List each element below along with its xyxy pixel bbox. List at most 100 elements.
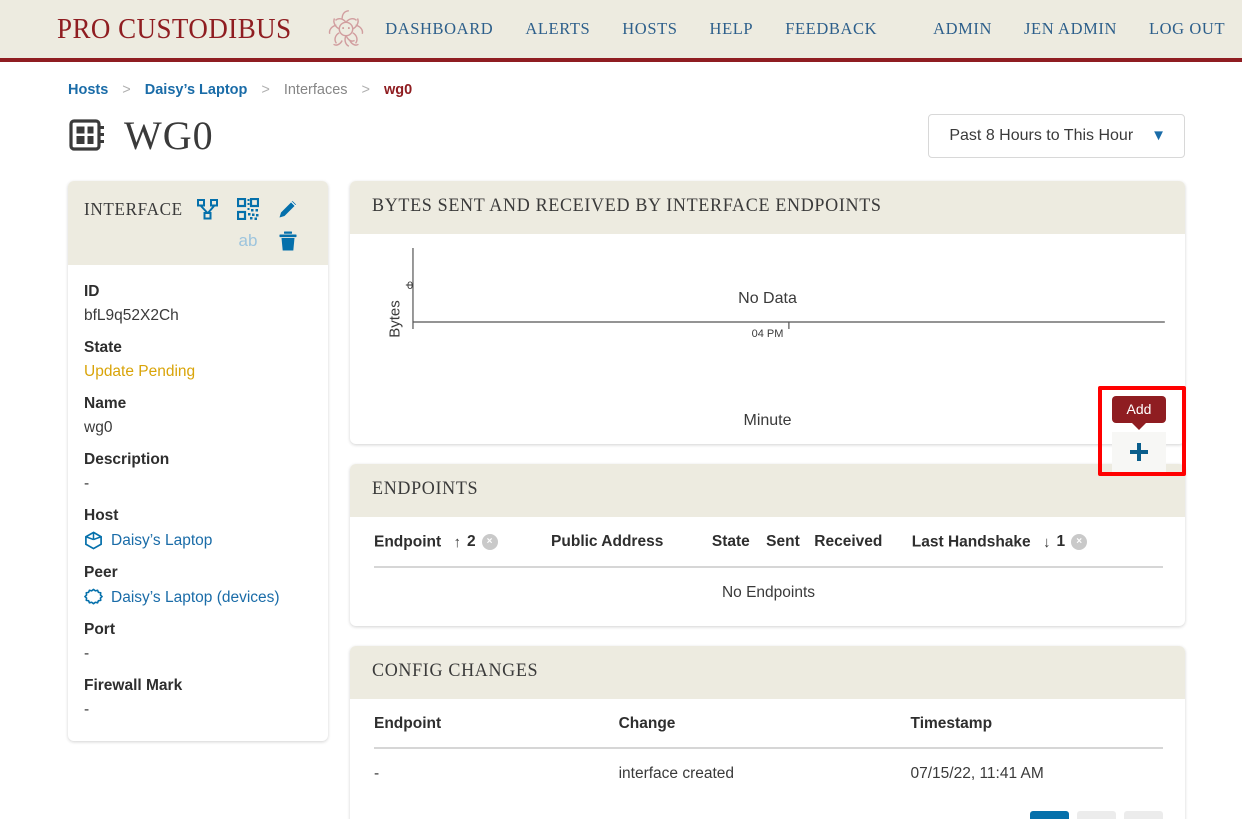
- endpoints-table-wrap: Endpoint ↑ 2 × Public Address State Sent: [350, 517, 1185, 626]
- clear-sort-endpoint-icon[interactable]: ×: [481, 534, 498, 550]
- field-value-name: wg0: [84, 419, 113, 436]
- add-endpoint-button[interactable]: [1112, 432, 1166, 472]
- sort-order-last-handshake: 1: [1056, 533, 1066, 550]
- nav-log-out[interactable]: LOG OUT: [1133, 19, 1241, 39]
- peer-link[interactable]: Daisy’s Laptop (devices): [111, 589, 280, 607]
- nav-admin[interactable]: ADMIN: [917, 19, 1008, 39]
- field-label-id: ID: [84, 283, 100, 300]
- brand-logo[interactable]: PRO CUSTODIBUS: [57, 6, 369, 52]
- add-endpoint-control: Add: [1112, 396, 1166, 472]
- prev-page-icon[interactable]: ‹: [1077, 810, 1116, 819]
- nav-hosts[interactable]: HOSTS: [606, 19, 693, 39]
- field-value-host: Daisy’s Laptop: [84, 531, 306, 550]
- field-value-port: -: [84, 645, 90, 662]
- nav-feedback[interactable]: FEEDBACK: [769, 19, 893, 39]
- nav-alerts[interactable]: ALERTS: [509, 19, 606, 39]
- bytes-chart-body: Bytes 0 No Data 04 PM Minute: [350, 234, 1185, 444]
- column-state[interactable]: State: [711, 533, 767, 568]
- column-public-address[interactable]: Public Address: [551, 533, 712, 568]
- sort-indicator-endpoint: ↑ 2 ×: [453, 533, 498, 551]
- interface-chip-icon: [69, 118, 104, 151]
- column-sent[interactable]: Sent: [766, 533, 815, 568]
- host-link[interactable]: Daisy’s Laptop: [111, 532, 212, 550]
- time-range-select[interactable]: Past 8 Hours to This Hour ▼: [928, 113, 1185, 158]
- endpoints-card: ENDPOINTS Endpoint ↑ 2 × Public Address …: [350, 464, 1185, 626]
- content-column: BYTES SENT AND RECEIVED BY INTERFACE END…: [350, 181, 1185, 819]
- endpoints-table: Endpoint ↑ 2 × Public Address State Sent: [374, 533, 1163, 612]
- nav-dashboard[interactable]: DASHBOARD: [369, 19, 509, 39]
- breadcrumb-separator: >: [122, 82, 131, 98]
- add-tooltip: Add: [1112, 396, 1166, 423]
- config-changes-title: CONFIG CHANGES: [372, 659, 539, 681]
- time-range-value: Past 8 Hours to This Hour: [949, 126, 1134, 144]
- sort-arrow-down-icon: ↓: [1042, 533, 1051, 551]
- main-content: INTERFACE ab ID bfL9q52X2Ch State Update…: [0, 159, 1242, 819]
- breadcrumb: Hosts > Daisy’s Laptop > Interfaces > wg…: [0, 62, 1242, 98]
- interface-card-title: INTERFACE: [84, 199, 183, 219]
- endpoints-header: ENDPOINTS: [350, 464, 1185, 517]
- config-changes-header-row: Endpoint Change Timestamp: [374, 714, 1163, 749]
- cell-cc-change: interface created: [618, 764, 735, 782]
- plus-icon: [1130, 443, 1148, 461]
- breadcrumb-interfaces[interactable]: Interfaces: [284, 82, 348, 98]
- qr-code-icon[interactable]: [231, 195, 265, 223]
- nav-jen-admin[interactable]: JEN ADMIN: [1008, 19, 1133, 39]
- endpoints-header-row: Endpoint ↑ 2 × Public Address State Sent: [374, 533, 1163, 568]
- interface-sidebar: INTERFACE ab ID bfL9q52X2Ch State Update…: [68, 181, 328, 761]
- clear-sort-last-handshake-icon[interactable]: ×: [1071, 534, 1088, 550]
- breadcrumb-current-wg0: wg0: [383, 82, 413, 98]
- chart-x-axis-label: Minute: [743, 412, 792, 429]
- gear-peer-icon: [84, 588, 103, 605]
- sort-order-endpoint: 2: [466, 533, 476, 550]
- table-row: - interface created 07/15/22, 11:41 AM: [374, 748, 1163, 793]
- ab-text-icon[interactable]: ab: [231, 227, 265, 255]
- main-navigation: DASHBOARD ALERTS HOSTS HELP FEEDBACK ADM…: [369, 19, 1241, 39]
- column-last-handshake-label: Last Handshake: [911, 533, 1031, 551]
- endpoints-empty-message: No Endpoints: [721, 583, 816, 601]
- column-cc-endpoint[interactable]: Endpoint: [374, 714, 619, 749]
- column-last-handshake[interactable]: Last Handshake ↓ 1 ×: [911, 533, 1163, 568]
- cube-host-icon: [85, 531, 102, 550]
- field-value-peer: Daisy’s Laptop (devices): [84, 588, 306, 607]
- field-value-firewall-mark: -: [84, 701, 90, 718]
- page-button-1[interactable]: 1: [1030, 810, 1069, 819]
- field-value-description: -: [84, 475, 90, 492]
- next-page-icon[interactable]: ›: [1124, 810, 1163, 819]
- cell-cc-timestamp: 07/15/22, 11:41 AM: [910, 764, 1044, 782]
- config-changes-table-wrap: Endpoint Change Timestamp - interface cr…: [350, 699, 1185, 807]
- breadcrumb-hosts[interactable]: Hosts: [68, 82, 108, 98]
- field-label-name: Name: [84, 395, 127, 412]
- column-cc-change[interactable]: Change: [618, 714, 911, 749]
- page-title-row: WG0 Past 8 Hours to This Hour ▼: [0, 98, 1242, 159]
- sort-arrow-up-icon: ↑: [453, 533, 461, 551]
- field-value-id: bfL9q52X2Ch: [84, 307, 179, 324]
- cell-cc-endpoint: -: [374, 764, 380, 782]
- breadcrumb-separator: >: [261, 82, 270, 98]
- brand-name: PRO CUSTODIBUS: [57, 12, 292, 45]
- field-label-state: State: [84, 339, 122, 356]
- edit-pencil-icon[interactable]: [271, 195, 305, 223]
- network-branch-icon[interactable]: [191, 195, 225, 223]
- chart-plot-area: Bytes 0 No Data 04 PM: [360, 244, 1175, 394]
- column-endpoint[interactable]: Endpoint ↑ 2 ×: [374, 533, 552, 568]
- medusa-logo-icon: [329, 10, 364, 47]
- config-changes-table: Endpoint Change Timestamp - interface cr…: [374, 714, 1163, 793]
- field-label-description: Description: [84, 451, 170, 468]
- column-endpoint-label: Endpoint: [374, 533, 442, 551]
- config-changes-card: CONFIG CHANGES Endpoint Change Timestamp…: [350, 645, 1185, 819]
- breadcrumb-daisys-laptop[interactable]: Daisy’s Laptop: [145, 82, 248, 98]
- interface-card: INTERFACE ab ID bfL9q52X2Ch State Update…: [68, 181, 328, 741]
- column-received[interactable]: Received: [814, 533, 912, 568]
- trash-delete-icon[interactable]: [271, 227, 305, 255]
- nav-help[interactable]: HELP: [694, 19, 770, 39]
- column-cc-timestamp[interactable]: Timestamp: [910, 714, 1163, 749]
- field-label-host: Host: [84, 507, 119, 524]
- field-value-state: Update Pending: [84, 363, 196, 380]
- bytes-chart-card: BYTES SENT AND RECEIVED BY INTERFACE END…: [350, 181, 1185, 444]
- ab-text-label: ab: [238, 231, 258, 250]
- breadcrumb-separator: >: [361, 82, 370, 98]
- interface-fields: ID bfL9q52X2Ch State Update Pending Name…: [68, 265, 328, 741]
- top-header-bar: PRO CUSTODIBUS DASHBOARD ALERTS HOSTS HE…: [0, 0, 1242, 62]
- chart-no-data-message: No Data: [738, 290, 797, 307]
- page-title: WG0: [124, 113, 214, 158]
